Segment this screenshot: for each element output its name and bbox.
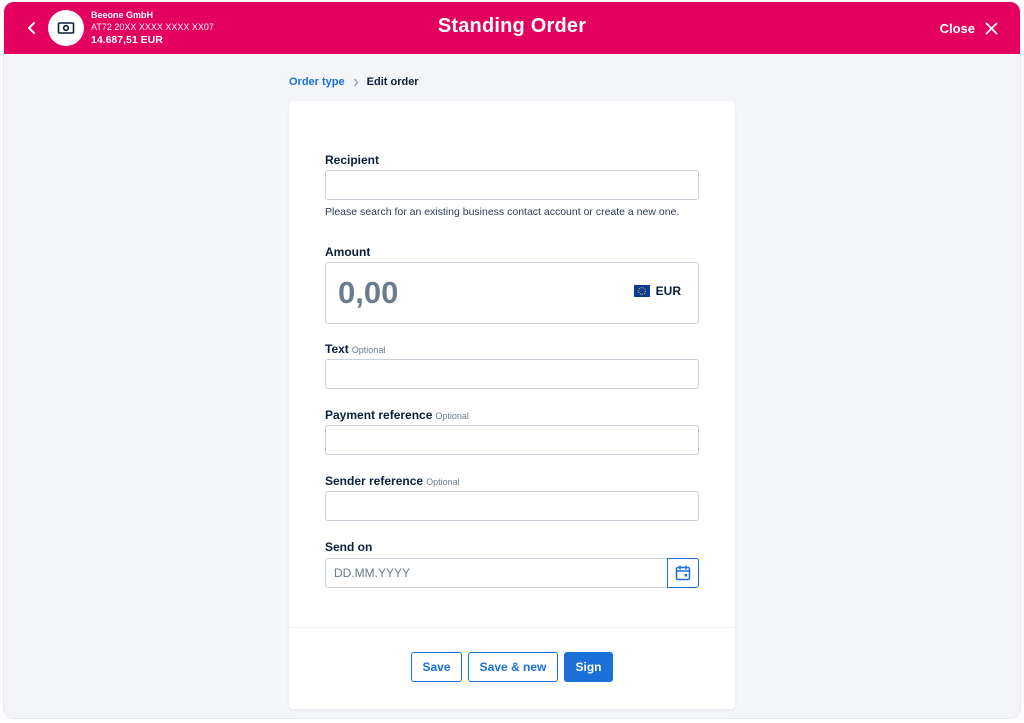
currency-selector: EUR [633, 284, 681, 298]
sign-button[interactable]: Sign [564, 652, 613, 682]
breadcrumb-order-type[interactable]: Order type [289, 76, 345, 88]
payment-reference-input[interactable] [325, 425, 699, 455]
send-on-date-input[interactable] [325, 558, 667, 588]
text-optional-tag: Optional [351, 345, 386, 355]
payment-reference-label-text: Payment reference [325, 408, 433, 422]
breadcrumb: Order type Edit order [289, 76, 419, 88]
sender-reference-input[interactable] [325, 491, 699, 521]
text-label-text: Text [325, 342, 349, 356]
text-input[interactable] [325, 359, 699, 389]
order-form-card: Recipient Please search for an existing … [289, 101, 735, 709]
chevron-right-icon [353, 78, 358, 86]
eu-flag-icon [633, 285, 650, 297]
app-window: Beeone GmbH AT72 20XX XXXX XXXX XX07 14.… [4, 2, 1020, 718]
sender-reference-label: Sender reference Optional [325, 474, 460, 488]
text-label: Text Optional [325, 342, 385, 356]
sender-reference-label-text: Sender reference [325, 474, 424, 488]
send-on-label: Send on [325, 540, 373, 554]
amount-field[interactable]: 0,00 EUR [325, 262, 699, 324]
sender-reference-optional-tag: Optional [426, 477, 460, 487]
amount-value: 0,00 [338, 275, 399, 310]
payment-reference-optional-tag: Optional [435, 411, 469, 421]
payment-reference-label: Payment reference Optional [325, 408, 469, 422]
close-icon [985, 22, 998, 34]
calendar-button[interactable] [667, 558, 699, 588]
recipient-input[interactable] [325, 170, 699, 200]
recipient-hint: Please search for an existing business c… [325, 206, 680, 218]
recipient-label: Recipient [325, 153, 380, 167]
close-label: Close [939, 20, 975, 36]
save-button[interactable]: Save [411, 652, 462, 682]
top-bar: Beeone GmbH AT72 20XX XXXX XXXX XX07 14.… [4, 2, 1020, 54]
currency-code: EUR [655, 284, 681, 298]
amount-label: Amount [325, 245, 371, 259]
calendar-icon [675, 565, 691, 581]
page-title: Standing Order [437, 15, 587, 37]
save-and-new-button[interactable]: Save & new [468, 652, 558, 682]
breadcrumb-edit-order: Edit order [366, 76, 419, 88]
footer-divider [289, 627, 735, 628]
close-button[interactable]: Close [940, 18, 998, 38]
